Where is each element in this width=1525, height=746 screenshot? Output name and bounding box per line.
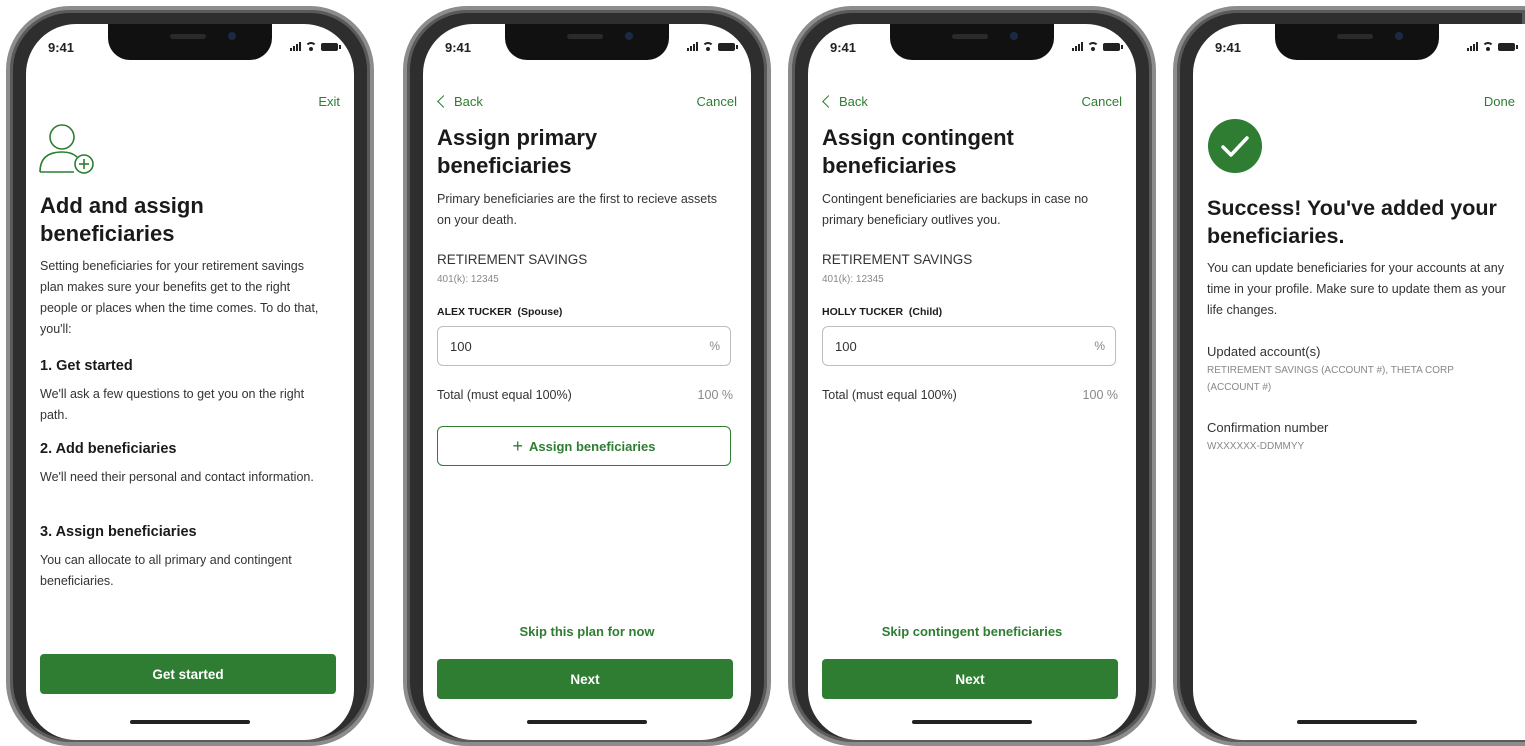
step-title: 1. Get started [40,358,133,374]
updated-accounts-label: Updated account(s) [1207,344,1321,359]
get-started-button[interactable]: Get started [40,654,336,694]
updated-accounts-value: RETIREMENT SAVINGS (ACCOUNT #), THETA CO… [1207,365,1454,393]
description: Contingent beneficiaries are backups in … [822,192,1089,227]
signal-icon [687,42,698,51]
skip-contingent-link[interactable]: Skip contingent beneficiaries [808,624,1136,639]
phone-frame-3: 9:41 Back Cancel Assign contingent benef… [788,6,1156,746]
notch [505,24,669,60]
plan-name: RETIREMENT SAVINGS [822,252,973,267]
status-time: 9:41 [48,40,75,55]
status-time: 9:41 [830,40,857,55]
wifi-icon [702,42,714,51]
allocation-value: 100 [835,339,857,354]
back-link[interactable]: Back [437,94,483,109]
page-title: Assign contingent beneficiaries [822,125,1014,178]
page-title: Assign primary beneficiaries [437,125,598,178]
chevron-left-icon [822,95,835,108]
total-label: Total (must equal 100%) [437,388,572,402]
cancel-link[interactable]: Cancel [1082,94,1122,109]
assign-beneficiaries-button[interactable]: + Assign beneficiaries [437,426,731,466]
confirmation-label: Confirmation number [1207,420,1329,435]
battery-icon [321,42,341,51]
next-button[interactable]: Next [437,659,733,699]
next-button[interactable]: Next [822,659,1118,699]
status-time: 9:41 [445,40,472,55]
plan-name: RETIREMENT SAVINGS [437,252,588,267]
phone-frame-1: 9:41 Exit Add and assign beneficiaries S… [6,6,374,746]
allocation-value: 100 [450,339,472,354]
home-indicator [527,720,647,724]
cancel-link[interactable]: Cancel [697,94,737,109]
step-title: 2. Add beneficiaries [40,441,177,457]
plan-id: 401(k): 12345 [437,274,499,285]
signal-icon [1072,42,1083,51]
status-time: 9:41 [1215,40,1242,55]
skip-plan-link[interactable]: Skip this plan for now [423,624,751,639]
back-link[interactable]: Back [822,94,868,109]
screen-contingent: 9:41 Back Cancel Assign contingent benef… [808,24,1136,740]
screen-primary: 9:41 Back Cancel Assign primary benefici… [423,24,751,740]
step-desc: You can allocate to all primary and cont… [40,553,292,588]
percent-unit: % [1094,339,1105,353]
beneficiary-name: HOLLY TUCKER (Child) [822,306,943,318]
confirmation-value: WXXXXXX-DDMMYY [1207,441,1305,452]
signal-icon [1467,42,1478,51]
screen-success: 9:41 Done Success! You've added your ben… [1193,24,1525,740]
checkmark-circle-icon [1208,119,1262,173]
back-label: Back [454,94,483,109]
chevron-left-icon [437,95,450,108]
notch [1275,24,1439,60]
plan-id: 401(k): 12345 [822,274,884,285]
home-indicator [912,720,1032,724]
percent-unit: % [709,339,720,353]
phone-frame-4: 9:41 Done Success! You've added your ben… [1173,6,1525,746]
description: You can update beneficiaries for your ac… [1207,261,1506,317]
page-title: Success! You've added your beneficiaries… [1207,196,1497,248]
home-indicator [130,720,250,724]
signal-icon [290,42,301,51]
done-link[interactable]: Done [1484,94,1515,109]
wifi-icon [1482,42,1494,51]
screen-intro: 9:41 Exit Add and assign beneficiaries S… [26,24,354,740]
status-icons [687,42,738,51]
intro-text: Setting beneficiaries for your retiremen… [40,259,319,336]
step-desc: We'll ask a few questions to get you on … [40,387,305,422]
step-desc: We'll need their personal and contact in… [40,470,314,484]
step-title: 3. Assign beneficiaries [40,524,197,540]
back-label: Back [839,94,868,109]
description: Primary beneficiaries are the first to r… [437,192,717,227]
battery-icon [718,42,738,51]
page-title: Add and assign beneficiaries [40,193,204,246]
plus-icon: + [512,436,524,456]
beneficiary-name: ALEX TUCKER (Spouse) [437,306,563,318]
notch [890,24,1054,60]
assign-label: Assign beneficiaries [529,438,656,454]
wifi-icon [1087,42,1099,51]
status-icons [1072,42,1123,51]
status-icons [1467,42,1518,51]
home-indicator [1297,720,1417,724]
notch [108,24,272,60]
allocation-input[interactable]: 100 % [822,326,1116,366]
allocation-input[interactable]: 100 % [437,326,731,366]
total-value: 100 % [1082,388,1118,402]
battery-icon [1103,42,1123,51]
total-label: Total (must equal 100%) [822,388,957,402]
exit-link[interactable]: Exit [318,94,340,109]
wifi-icon [305,42,317,51]
total-value: 100 % [697,388,733,402]
add-person-icon [39,124,94,174]
status-icons [290,42,341,51]
phone-frame-2: 9:41 Back Cancel Assign primary benefici… [403,6,771,746]
battery-icon [1498,42,1518,51]
